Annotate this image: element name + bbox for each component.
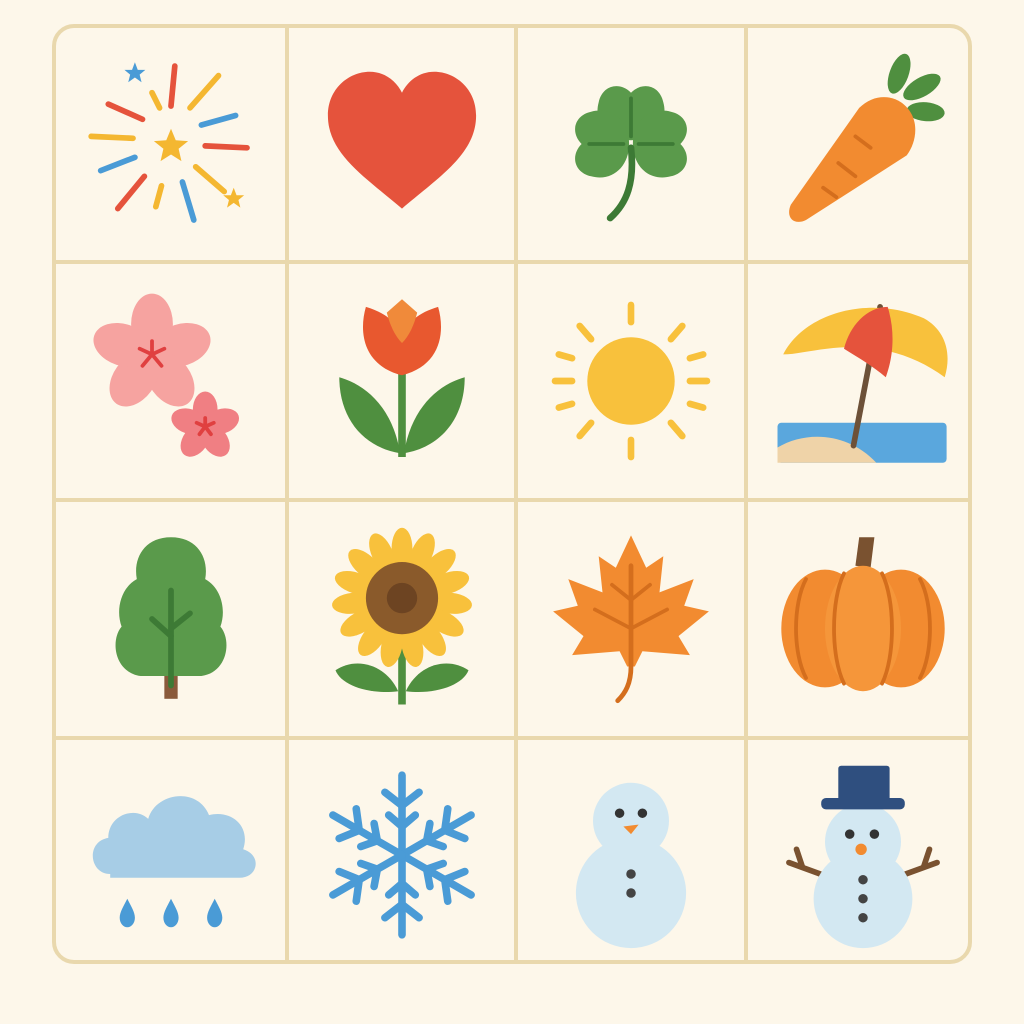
snowman-with-hat-icon: [786, 765, 940, 949]
tile-grid: [52, 24, 972, 964]
tile-snowman-with-hat[interactable]: [748, 740, 968, 960]
rain-cloud-icon: [92, 796, 256, 928]
tile-cherry-blossom[interactable]: [56, 264, 285, 498]
heart-icon: [327, 71, 476, 209]
shamrock-icon: [575, 86, 687, 222]
tile-rain-cloud[interactable]: [56, 740, 285, 960]
sun-icon: [551, 301, 711, 461]
cherry-blossom-icon: [92, 293, 239, 457]
tile-heart[interactable]: [289, 28, 514, 260]
tile-sunflower[interactable]: [289, 502, 514, 736]
tile-carrot[interactable]: [748, 28, 968, 260]
tile-beach-umbrella[interactable]: [748, 264, 968, 498]
tile-snowflake[interactable]: [289, 740, 514, 960]
maple-leaf-icon: [553, 535, 709, 704]
tile-shamrock[interactable]: [518, 28, 744, 260]
tile-tulip[interactable]: [289, 264, 514, 498]
snowflake-icon: [328, 771, 475, 939]
tile-maple-leaf[interactable]: [518, 502, 744, 736]
snowman-icon: [575, 782, 687, 949]
tile-tree[interactable]: [56, 502, 285, 736]
tree-icon: [115, 537, 226, 699]
tile-pumpkin[interactable]: [748, 502, 968, 736]
tile-fireworks[interactable]: [56, 28, 285, 260]
sunflower-icon: [331, 527, 472, 705]
beach-umbrella-icon: [777, 304, 948, 463]
tulip-icon: [338, 299, 465, 457]
fireworks-icon: [87, 62, 250, 223]
pumpkin-icon: [781, 537, 945, 692]
tile-snowman[interactable]: [518, 740, 744, 960]
carrot-icon: [789, 53, 945, 222]
tile-sun[interactable]: [518, 264, 744, 498]
